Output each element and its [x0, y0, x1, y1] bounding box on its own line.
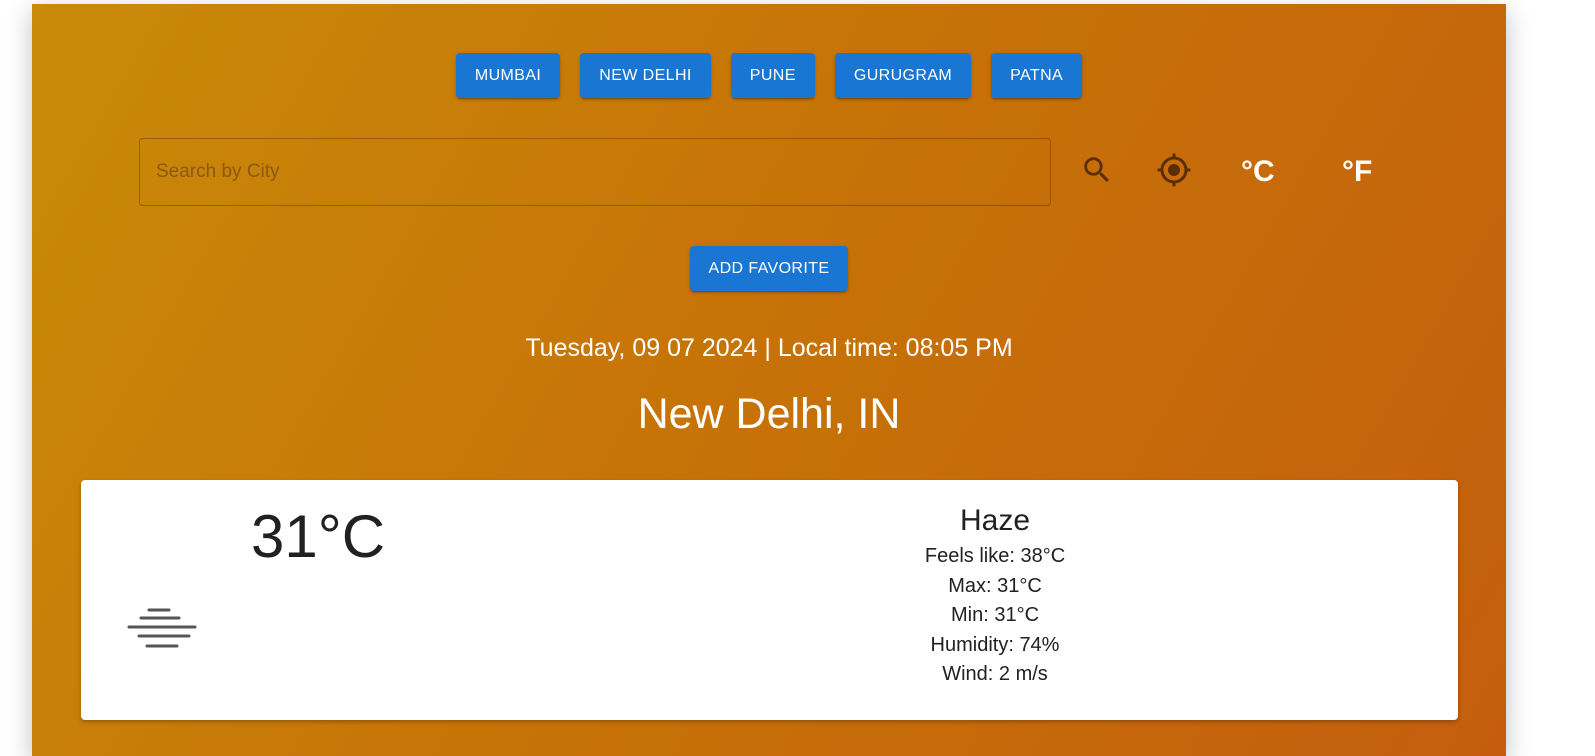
city-button-pune[interactable]: PUNE	[730, 53, 815, 98]
search-bar: °C °F	[139, 138, 1439, 206]
local-datetime: Tuesday, 09 07 2024 | Local time: 08:05 …	[525, 334, 1013, 362]
search-button[interactable]	[1075, 148, 1119, 192]
city-button-patna[interactable]: PATNA	[991, 53, 1083, 98]
wind-speed: Wind: 2 m/s	[942, 663, 1048, 685]
city-button-gurugram[interactable]: GURUGRAM	[834, 53, 972, 98]
weather-details: Haze Feels like: 38°C Max: 31°C Min: 31°…	[795, 504, 1195, 690]
feels-like: Feels like: 38°C	[924, 545, 1066, 567]
city-button-new-delhi[interactable]: NEW DELHI	[580, 53, 711, 98]
fahrenheit-toggle[interactable]: °F	[1342, 150, 1372, 194]
celsius-toggle[interactable]: °C	[1241, 150, 1275, 194]
humidity: Humidity: 74%	[930, 633, 1060, 656]
my-location-icon	[1157, 153, 1191, 187]
weather-condition: Haze	[959, 504, 1031, 537]
temperature: 31°C	[251, 503, 386, 570]
add-favorite-row: ADD FAVORITE	[32, 246, 1506, 291]
max-temperature: Max: 31°C	[948, 574, 1042, 597]
location-title: New Delhi, IN	[637, 390, 901, 438]
city-button-mumbai[interactable]: MUMBAI	[455, 53, 561, 98]
haze-icon	[127, 608, 197, 648]
city-search-input[interactable]	[139, 138, 1051, 206]
search-icon	[1084, 157, 1110, 183]
current-location-button[interactable]	[1152, 148, 1196, 192]
add-favorite-button[interactable]: ADD FAVORITE	[689, 246, 849, 291]
favorite-cities-bar: MUMBAI NEW DELHI PUNE GURUGRAM PATNA	[32, 53, 1506, 98]
weather-card: 31°C Haze Feels like: 38°C Max: 31°C Min…	[81, 480, 1458, 720]
weather-app: MUMBAI NEW DELHI PUNE GURUGRAM PATNA °C …	[32, 4, 1506, 756]
min-temperature: Min: 31°C	[950, 604, 1040, 626]
